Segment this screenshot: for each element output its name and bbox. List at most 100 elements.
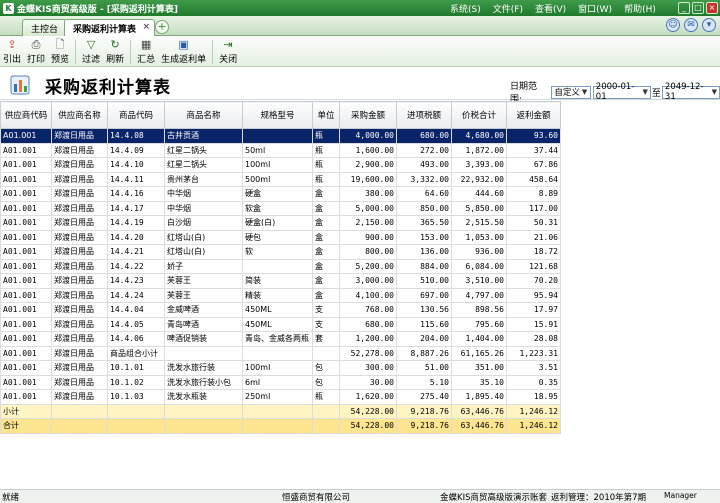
column-header[interactable]: 进项税额 — [396, 101, 452, 129]
table-row[interactable]: A01.001 郑渡日用品 14.4.22 娇子 盒 5,200.00 884.00 6,08… — [0, 259, 720, 274]
date-to-input[interactable]: 2049-12-31 ▼ — [661, 82, 720, 102]
table-cell: 100ml — [242, 157, 313, 173]
table-cell: A01.001 — [0, 143, 52, 158]
table-filler — [560, 331, 720, 346]
table-cell: 郑渡日用品 — [51, 201, 108, 216]
table-row[interactable]: A01.001 郑渡日用品 14.4.09 红星二锅头 50ml 瓶 1,600.00 272… — [0, 143, 720, 158]
column-header[interactable]: 商品代码 — [107, 101, 165, 129]
table-cell — [242, 418, 313, 434]
column-header[interactable]: 商品名称 — [164, 101, 243, 129]
menu-file[interactable]: 文件(F) — [493, 2, 523, 15]
table-row[interactable]: A01.001 郑渡日用品 14.4.20 红塔山(白) 硬包盒 900.00 153.00… — [0, 230, 720, 245]
column-header[interactable]: 供应商名称 — [51, 101, 108, 129]
tab-home[interactable]: 主控台 — [22, 19, 68, 36]
column-header[interactable]: 供应商代码 — [0, 101, 52, 129]
minimize-icon[interactable]: _ — [678, 2, 690, 14]
tab-bar: 主控台 采购返利计算表 × + ☺ ✉ ▾ — [0, 16, 720, 36]
table-header-row: 供应商代码 供应商名称 商品代码 商品名称 规格型号 单位 采购金额 进项税额 … — [0, 101, 720, 129]
table-cell: 900.00 — [339, 230, 397, 245]
table-row[interactable]: A01.001 郑渡日用品 10.1.02 洗发水旅行装小包 6ml 包 30.00 5.10… — [0, 375, 720, 390]
add-tab-icon[interactable]: + — [155, 20, 169, 34]
table-cell: 郑渡日用品 — [51, 244, 108, 260]
generate-rebate-button[interactable]: ▣ 生成返利单 — [158, 37, 209, 66]
export-icon: ⇪ — [7, 38, 17, 51]
column-header[interactable]: 价税合计 — [451, 101, 507, 129]
table-cell: 272.00 — [396, 143, 452, 158]
table-row[interactable]: A01.001 郑渡日用品 14.4.21 红塔山(白) 软盒 800.00 136.00 9… — [0, 244, 720, 260]
column-header[interactable]: 返利金额 — [506, 101, 561, 129]
menu-view[interactable]: 查看(V) — [535, 2, 566, 15]
table-row[interactable]: A01.001 郑渡日用品 14.4.16 中华烟 硬盒盒 380.00 64.60 444.… — [0, 186, 720, 202]
table-cell: 795.60 — [451, 317, 507, 332]
range-type-select[interactable]: 自定义 ▼ — [551, 85, 591, 99]
date-from-value: 2000-01-01 — [595, 82, 635, 102]
export-button[interactable]: ⇪ 引出 — [0, 37, 24, 66]
column-header[interactable]: 单位 — [312, 101, 340, 129]
table-row[interactable]: A01.001 郑渡日用品 14.4.23 芙蓉王 简装盒 3,000.00 510.00 3… — [0, 273, 720, 289]
table-cell: 1,620.00 — [339, 389, 397, 405]
table-row[interactable]: A01.001 郑渡日用品 14.4.19 白沙烟 硬盒(白) 盒 2,150.00 365.… — [0, 215, 720, 231]
table-cell: 365.50 — [396, 215, 452, 231]
table-row[interactable]: A01.001 郑渡日用品 14.4.17 中华烟 软盒盒 5,000.00 850.00 5… — [0, 201, 720, 216]
toolbar-divider — [212, 40, 214, 64]
filter-button[interactable]: ▽ 过滤 — [79, 37, 103, 66]
tab-close-icon[interactable]: × — [142, 22, 150, 32]
dropdown-icon[interactable]: ▾ — [702, 18, 716, 32]
table-cell: 青岛、金威各两瓶 — [242, 331, 313, 347]
summary-button[interactable]: ▦ 汇总 — [134, 37, 158, 66]
table-cell: 1,200.00 — [339, 331, 397, 347]
app-logo-icon: K — [3, 2, 14, 14]
close-label: 关闭 — [219, 55, 238, 65]
table-row[interactable]: A01.001 郑渡日用品 14.4.08 古井贡酒 瓶 4,000.00 680.00 4,… — [0, 128, 720, 144]
table-row[interactable]: A01.001 郑渡日用品 14.4.10 红星二锅头 100ml 瓶 2,900.00 49… — [0, 157, 720, 173]
table-cell: 贵州茅台 — [164, 172, 243, 187]
table-cell: 14.4.22 — [107, 259, 165, 274]
menu-window[interactable]: 窗口(W) — [578, 2, 612, 15]
table-filler — [560, 201, 720, 216]
print-button[interactable]: ⎙ 打印 — [24, 37, 48, 66]
message-icon[interactable]: ✉ — [684, 18, 698, 32]
date-from-input[interactable]: 2000-01-01 ▼ — [592, 82, 651, 102]
table-cell: 6,084.00 — [451, 259, 507, 274]
table-cell: 5,200.00 — [339, 259, 397, 274]
table-row[interactable]: A01.001 郑渡日用品 14.4.05 青岛啤酒 450ML 支 680.00 115.6… — [0, 317, 720, 332]
window-close-icon[interactable]: × — [706, 2, 718, 14]
table-row[interactable]: A01.001 郑渡日用品 10.1.01 洗发水旅行装 100ml 包 300.00 51.… — [0, 360, 720, 376]
table-cell: 19,600.00 — [339, 172, 397, 187]
table-cell: 郑渡日用品 — [51, 317, 108, 332]
column-header[interactable]: 采购金额 — [339, 101, 397, 129]
table-cell: 50.31 — [506, 215, 561, 231]
table-cell: 50ml — [242, 143, 313, 158]
table-row[interactable]: A01.001 郑渡日用品 14.4.04 金威啤酒 450ML 支 768.00 130.5… — [0, 302, 720, 318]
table-cell: 8,887.26 — [396, 346, 452, 361]
table-cell: 1,246.12 — [506, 404, 561, 419]
subtotal-row[interactable]: 小计 54,228.00 9,218.76 63,446.76 1,246.12 — [0, 404, 720, 419]
table-cell: 458.64 — [506, 172, 561, 187]
table-row[interactable]: A01.001 郑渡日用品 14.4.24 芙蓉王 精装盒 4,100.00 697.00 4… — [0, 288, 720, 303]
table-row[interactable]: A01.001 郑渡日用品 14.4.11 贵州茅台 500ml 瓶 19,600.00 3,… — [0, 172, 720, 187]
table-cell: 5,850.00 — [451, 201, 507, 216]
table-cell: 8.89 — [506, 186, 561, 202]
table-filler — [560, 128, 720, 143]
table-row[interactable]: A01.001 郑渡日用品 10.1.03 洗发水瓶装 250ml 瓶 1,620.00 27… — [0, 389, 720, 405]
table-row[interactable]: A01.001 郑渡日用品 14.4.06 啤酒促销装 青岛、金威各两瓶套 1,200.0… — [0, 331, 720, 347]
table-cell: A01.001 — [0, 244, 52, 260]
table-cell: 95.94 — [506, 288, 561, 303]
maximize-icon[interactable]: □ — [692, 2, 704, 14]
table-filler — [560, 259, 720, 274]
table-row[interactable]: A01.001 郑渡日用品 商品组合小计 52,278.00 8,887.26 61,16… — [0, 346, 720, 361]
tab-rebate-report[interactable]: 采购返利计算表 × — [64, 19, 156, 36]
menu-system[interactable]: 系统(S) — [450, 2, 481, 15]
table-cell: 中华烟 — [164, 201, 243, 216]
smiley-icon[interactable]: ☺ — [666, 18, 680, 32]
status-product: 金蝶KIS商贸高级版演示账套 — [440, 493, 547, 503]
preview-button[interactable]: 🗋 预览 — [48, 37, 72, 66]
menu-help[interactable]: 帮助(H) — [624, 2, 656, 15]
table-cell: 850.00 — [396, 201, 452, 216]
total-row[interactable]: 合计 54,228.00 9,218.76 63,446.76 1,246.12 — [0, 418, 720, 434]
column-header[interactable]: 规格型号 — [242, 101, 313, 129]
table-cell: 3,332.00 — [396, 172, 452, 187]
refresh-button[interactable]: ↻ 刷新 — [103, 37, 127, 66]
close-button[interactable]: ⇥ 关闭 — [216, 37, 240, 66]
table-filler — [560, 375, 720, 390]
